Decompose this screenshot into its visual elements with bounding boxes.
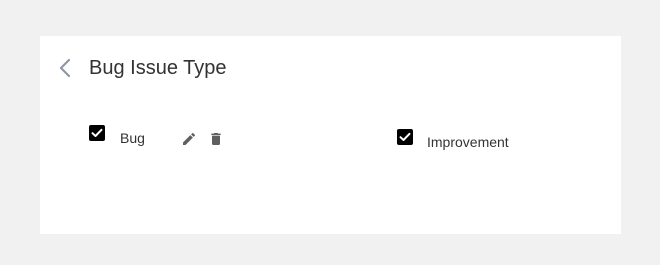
edit-button[interactable] xyxy=(181,131,197,147)
bug-label: Bug xyxy=(120,130,145,146)
trash-icon xyxy=(208,131,224,147)
back-button[interactable] xyxy=(56,57,74,79)
checkmark-icon xyxy=(399,132,411,142)
improvement-checkbox[interactable] xyxy=(397,129,413,145)
bug-checkbox[interactable] xyxy=(89,125,105,141)
checkmark-icon xyxy=(91,128,103,138)
pencil-icon xyxy=(181,131,197,147)
delete-button[interactable] xyxy=(208,131,224,147)
improvement-label: Improvement xyxy=(427,134,509,150)
chevron-left-icon xyxy=(59,58,71,78)
page-title: Bug Issue Type xyxy=(89,57,227,79)
